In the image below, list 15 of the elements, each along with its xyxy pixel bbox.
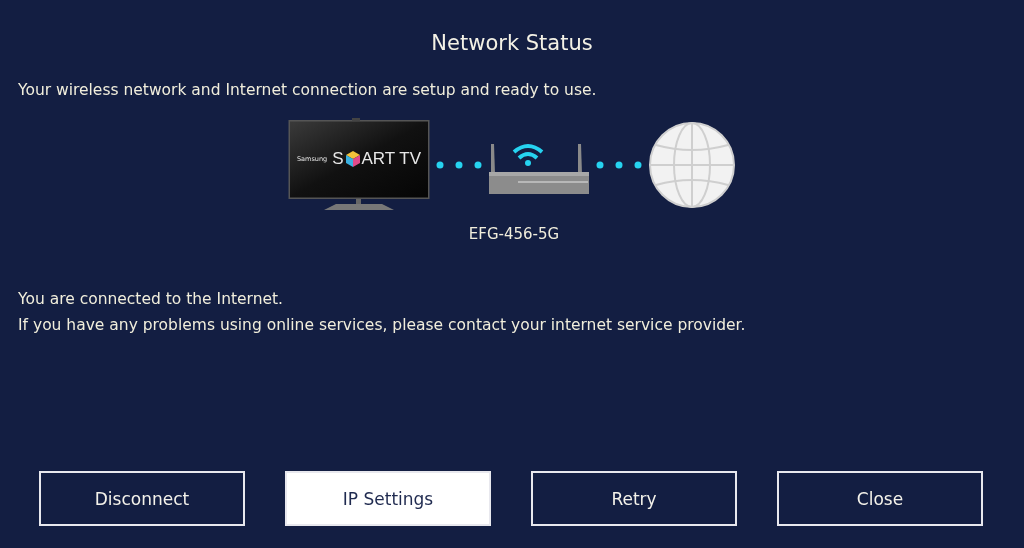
dialog-button[interactable]: Retry [531, 471, 737, 526]
logo-text: ART TV [361, 149, 422, 169]
network-name: EFG-456-5G [468, 225, 560, 243]
globe-icon [648, 121, 736, 209]
status-text: Your wireless network and Internet connection are setup and ready to use. [18, 81, 597, 99]
info-text: You are connected to the Internet. [18, 289, 284, 310]
dialog-button[interactable]: Close [777, 471, 983, 526]
logo-text: S [332, 149, 344, 169]
dialog-button[interactable]: Disconnect [39, 471, 245, 526]
dialog-button[interactable]: IP Settings [285, 471, 491, 526]
dialog-title: Network Status [431, 31, 593, 55]
dotted-connector [436, 161, 482, 169]
info-text: If you have any problems using online services, please contact your internet service provider. [18, 315, 746, 336]
cube-logo-icon [345, 151, 360, 167]
dotted-connector [596, 161, 642, 169]
